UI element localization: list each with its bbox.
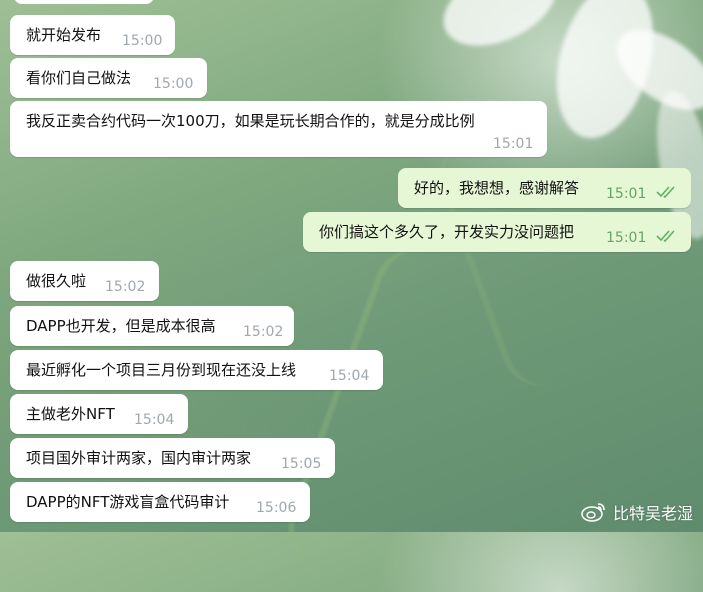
read-checkmarks-icon <box>656 186 675 199</box>
message-bubble-incoming[interactable]: 就开始发布 15:00 <box>10 15 175 55</box>
message-time: 15:02 <box>243 324 284 340</box>
message-bubble-incoming[interactable]: DAPP的NFT游戏盲盒代码审计 15:06 <box>10 482 310 522</box>
message-bubble-outgoing[interactable]: 好的，我想想，感谢解答 15:01 <box>398 168 691 208</box>
message-text: 做很久啦 <box>26 272 87 290</box>
message-time: 15:01 <box>606 186 647 202</box>
message-text: 就开始发布 <box>26 26 102 44</box>
message-text: 好的，我想想，感谢解答 <box>414 179 580 197</box>
message-text: DAPP的NFT游戏盲盒代码审计 <box>26 493 230 511</box>
message-bubble-incoming[interactable]: DAPP也开发，但是成本很高 15:02 <box>10 306 294 346</box>
message-time: 15:00 <box>153 76 194 92</box>
message-text: 项目国外审计两家，国内审计两家 <box>26 449 252 467</box>
message-time: 15:04 <box>329 368 370 384</box>
message-text: 我反正卖合约代码一次100刀，如果是玩长期合作的，就是分成比例 <box>26 112 475 130</box>
message-text: DAPP也开发，但是成本很高 <box>26 317 216 335</box>
message-time: 15:05 <box>281 456 322 472</box>
message-time: 15:02 <box>105 279 146 295</box>
message-bubble-incoming[interactable]: 项目国外审计两家，国内审计两家 15:05 <box>10 438 335 478</box>
message-text: 最近孵化一个项目三月份到现在还没上线 <box>26 361 297 379</box>
message-time: 15:01 <box>493 136 534 152</box>
watermark-text: 比特吴老湿 <box>612 504 693 523</box>
message-text: 主做老外NFT <box>26 405 115 423</box>
cutoff-message-bubble <box>14 0 154 4</box>
weibo-watermark: 比特吴老湿 <box>581 500 693 524</box>
message-bubble-outgoing[interactable]: 你们搞这个多久了，开发实力没问题把 15:01 <box>303 212 691 252</box>
message-text: 你们搞这个多久了，开发实力没问题把 <box>319 223 575 241</box>
message-time: 15:06 <box>256 500 297 516</box>
message-bubble-incoming[interactable]: 我反正卖合约代码一次100刀，如果是玩长期合作的，就是分成比例 15:01 <box>10 101 547 157</box>
message-time: 15:04 <box>134 412 175 428</box>
message-bubble-incoming[interactable]: 看你们自己做法 15:00 <box>10 58 207 98</box>
message-bubble-incoming[interactable]: 最近孵化一个项目三月份到现在还没上线 15:04 <box>10 350 383 390</box>
message-time: 15:00 <box>122 33 163 49</box>
message-bubble-incoming[interactable]: 做很久啦 15:02 <box>10 261 159 301</box>
weibo-icon <box>581 503 605 522</box>
message-text: 看你们自己做法 <box>26 69 132 87</box>
message-time: 15:01 <box>606 230 647 246</box>
message-bubble-incoming[interactable]: 主做老外NFT 15:04 <box>10 394 188 434</box>
read-checkmarks-icon <box>656 230 675 243</box>
